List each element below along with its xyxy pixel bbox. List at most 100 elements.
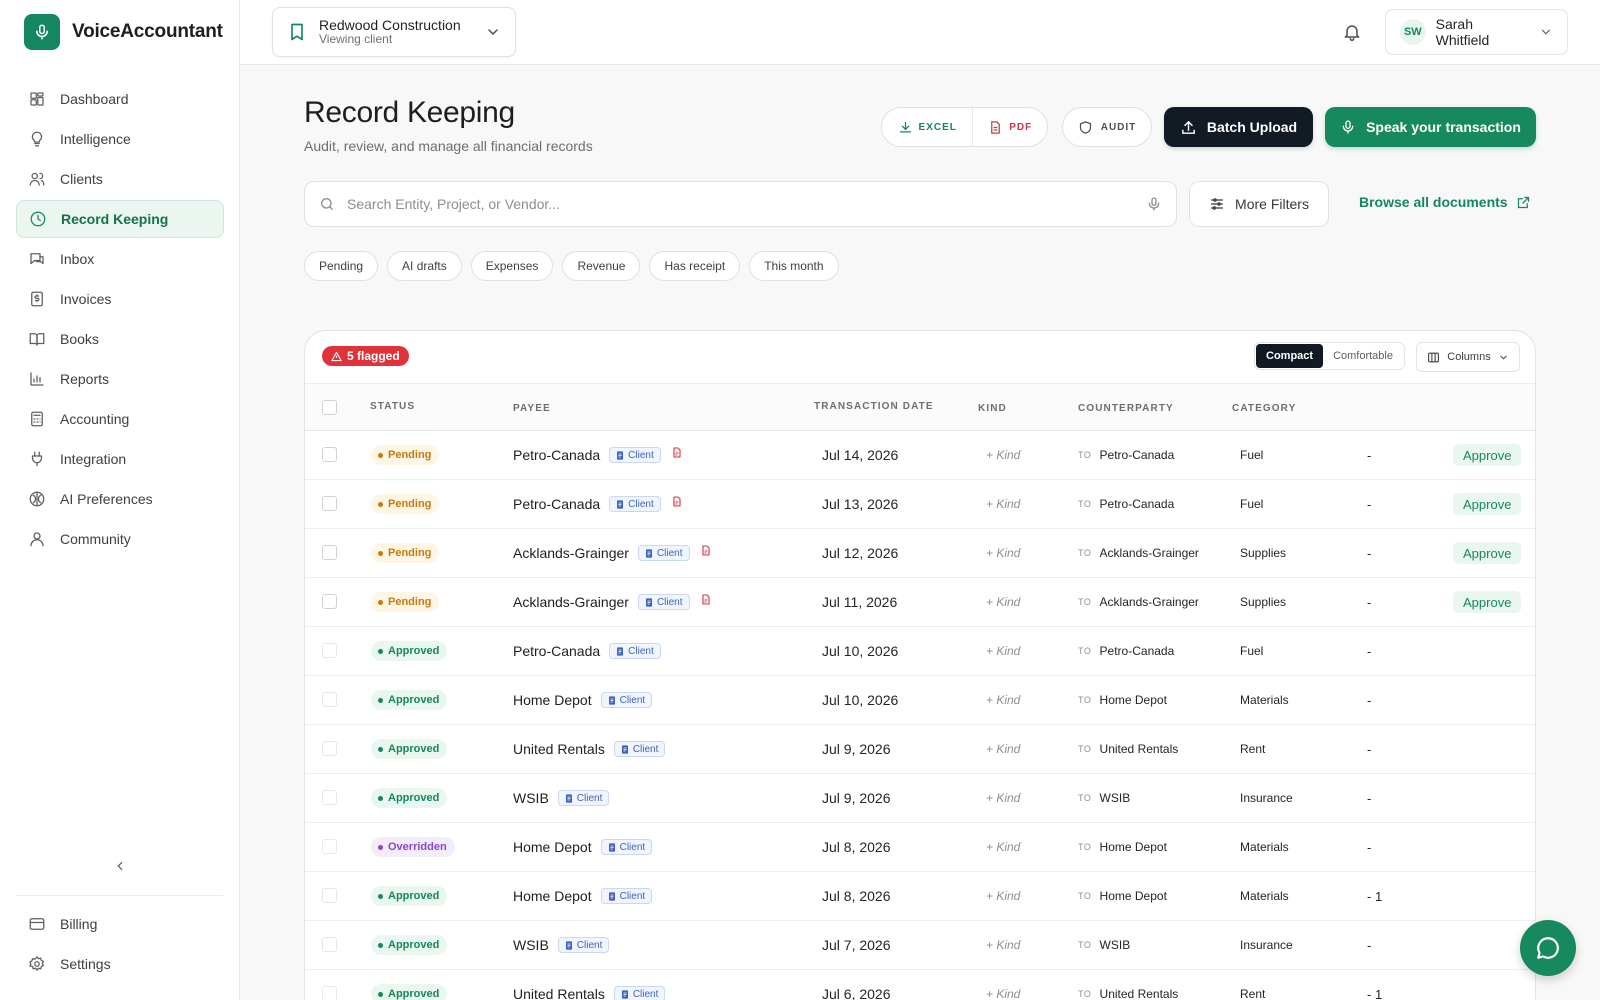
sidebar-item-ai-preferences[interactable]: AI Preferences xyxy=(16,480,224,518)
payee-name[interactable]: Home Depot xyxy=(513,888,592,904)
chat-button[interactable] xyxy=(1520,920,1576,976)
header-category[interactable]: CATEGORY xyxy=(1232,403,1296,414)
receipt-icon[interactable] xyxy=(671,495,683,513)
row-checkbox[interactable] xyxy=(322,888,337,903)
payee-name[interactable]: Petro-Canada xyxy=(513,643,600,659)
category-value[interactable]: Materials xyxy=(1240,840,1289,854)
audit-button[interactable]: AUDIT xyxy=(1062,107,1152,147)
sidebar-item-record-keeping[interactable]: Record Keeping xyxy=(16,200,224,238)
payee-name[interactable]: Home Depot xyxy=(513,692,592,708)
notifications-button[interactable] xyxy=(1342,22,1362,47)
row-checkbox[interactable] xyxy=(322,447,337,462)
approve-button[interactable]: Approve xyxy=(1453,542,1522,564)
sidebar-item-community[interactable]: Community xyxy=(16,520,224,558)
receipt-icon[interactable] xyxy=(671,446,683,464)
export-excel-button[interactable]: EXCEL xyxy=(882,108,974,146)
sidebar-item-dashboard[interactable]: Dashboard xyxy=(16,80,224,118)
filter-chip-ai-drafts[interactable]: AI drafts xyxy=(387,251,462,281)
row-checkbox[interactable] xyxy=(322,839,337,854)
row-checkbox[interactable] xyxy=(322,545,337,560)
add-kind-button[interactable]: + Kind xyxy=(986,791,1020,805)
brand[interactable]: VoiceAccountant xyxy=(24,14,223,50)
sidebar-item-invoices[interactable]: Invoices xyxy=(16,280,224,318)
sidebar-item-intelligence[interactable]: Intelligence xyxy=(16,120,224,158)
table-row[interactable]: Pending Petro-Canada Client Jul 13, 2026 + K… xyxy=(305,480,1535,529)
header-transaction-date[interactable]: TRANSACTION DATE xyxy=(814,401,934,412)
microphone-icon[interactable] xyxy=(1146,196,1162,212)
payee-name[interactable]: Petro-Canada xyxy=(513,496,600,512)
filter-chip-revenue[interactable]: Revenue xyxy=(562,251,641,281)
category-value[interactable]: Insurance xyxy=(1240,791,1293,805)
row-checkbox[interactable] xyxy=(322,643,337,658)
category-value[interactable]: Fuel xyxy=(1240,497,1263,511)
header-payee[interactable]: PAYEE xyxy=(513,403,551,414)
table-row[interactable]: Approved United Rentals Client Jul 6, 2026 +… xyxy=(305,970,1535,1000)
sidebar-item-billing[interactable]: Billing xyxy=(16,905,224,943)
sidebar-item-books[interactable]: Books xyxy=(16,320,224,358)
header-counterparty[interactable]: COUNTERPARTY xyxy=(1078,403,1174,414)
density-compact[interactable]: Compact xyxy=(1256,344,1324,368)
user-menu[interactable]: SW Sarah Whitfield xyxy=(1385,9,1568,55)
add-kind-button[interactable]: + Kind xyxy=(986,497,1020,511)
flagged-badge[interactable]: 5 flagged xyxy=(322,346,409,366)
payee-name[interactable]: WSIB xyxy=(513,937,549,953)
header-kind[interactable]: KIND xyxy=(978,403,1007,414)
client-switcher[interactable]: Redwood Construction Viewing client xyxy=(272,7,516,57)
header-status[interactable]: STATUS xyxy=(370,401,415,412)
category-value[interactable]: Insurance xyxy=(1240,938,1293,952)
filter-chip-pending[interactable]: Pending xyxy=(304,251,379,281)
table-row[interactable]: Pending Petro-Canada Client Jul 14, 2026 + K… xyxy=(305,431,1535,480)
approve-button[interactable]: Approve xyxy=(1453,444,1522,466)
export-pdf-button[interactable]: PDF xyxy=(973,108,1047,146)
payee-name[interactable]: United Rentals xyxy=(513,741,605,757)
table-row[interactable]: Pending Acklands-Grainger Client Jul 11, 20… xyxy=(305,578,1535,627)
payee-name[interactable]: WSIB xyxy=(513,790,549,806)
filter-chip-expenses[interactable]: Expenses xyxy=(470,251,554,281)
row-checkbox[interactable] xyxy=(322,986,337,1000)
category-value[interactable]: Rent xyxy=(1240,742,1265,756)
approve-button[interactable]: Approve xyxy=(1453,493,1522,515)
sidebar-item-integration[interactable]: Integration xyxy=(16,440,224,478)
row-checkbox[interactable] xyxy=(322,790,337,805)
row-checkbox[interactable] xyxy=(322,692,337,707)
sidebar-item-reports[interactable]: Reports xyxy=(16,360,224,398)
add-kind-button[interactable]: + Kind xyxy=(986,448,1020,462)
add-kind-button[interactable]: + Kind xyxy=(986,742,1020,756)
category-value[interactable]: Supplies xyxy=(1240,595,1286,609)
table-row[interactable]: Overridden Home Depot Client Jul 8, 2026 + K… xyxy=(305,823,1535,872)
table-row[interactable]: Approved Home Depot Client Jul 10, 2026 + Ki… xyxy=(305,676,1535,725)
add-kind-button[interactable]: + Kind xyxy=(986,987,1020,1000)
batch-upload-button[interactable]: Batch Upload xyxy=(1164,107,1313,147)
more-filters-button[interactable]: More Filters xyxy=(1189,181,1329,227)
sidebar-item-inbox[interactable]: Inbox xyxy=(16,240,224,278)
receipt-icon[interactable] xyxy=(700,593,712,611)
table-row[interactable]: Approved WSIB Client Jul 7, 2026 + Kind TO WSI… xyxy=(305,921,1535,970)
filter-chip-this-month[interactable]: This month xyxy=(749,251,839,281)
add-kind-button[interactable]: + Kind xyxy=(986,889,1020,903)
collapse-sidebar-button[interactable] xyxy=(110,856,130,876)
category-value[interactable]: Supplies xyxy=(1240,546,1286,560)
category-value[interactable]: Materials xyxy=(1240,693,1289,707)
add-kind-button[interactable]: + Kind xyxy=(986,595,1020,609)
add-kind-button[interactable]: + Kind xyxy=(986,840,1020,854)
payee-name[interactable]: Acklands-Grainger xyxy=(513,545,629,561)
category-value[interactable]: Fuel xyxy=(1240,644,1263,658)
category-value[interactable]: Rent xyxy=(1240,987,1265,1000)
speak-transaction-button[interactable]: Speak your transaction xyxy=(1325,107,1536,147)
search-input[interactable] xyxy=(347,196,1134,212)
table-row[interactable]: Approved Petro-Canada Client Jul 10, 2026 + … xyxy=(305,627,1535,676)
category-value[interactable]: Fuel xyxy=(1240,448,1263,462)
columns-button[interactable]: Columns xyxy=(1416,342,1520,372)
category-value[interactable]: Materials xyxy=(1240,889,1289,903)
row-checkbox[interactable] xyxy=(322,496,337,511)
sidebar-item-settings[interactable]: Settings xyxy=(16,945,224,983)
table-row[interactable]: Pending Acklands-Grainger Client Jul 12, 20… xyxy=(305,529,1535,578)
payee-name[interactable]: Petro-Canada xyxy=(513,447,600,463)
add-kind-button[interactable]: + Kind xyxy=(986,546,1020,560)
select-all-checkbox[interactable] xyxy=(322,400,337,415)
table-row[interactable]: Approved United Rentals Client Jul 9, 2026 +… xyxy=(305,725,1535,774)
filter-chip-has-receipt[interactable]: Has receipt xyxy=(649,251,741,281)
add-kind-button[interactable]: + Kind xyxy=(986,938,1020,952)
add-kind-button[interactable]: + Kind xyxy=(986,693,1020,707)
add-kind-button[interactable]: + Kind xyxy=(986,644,1020,658)
